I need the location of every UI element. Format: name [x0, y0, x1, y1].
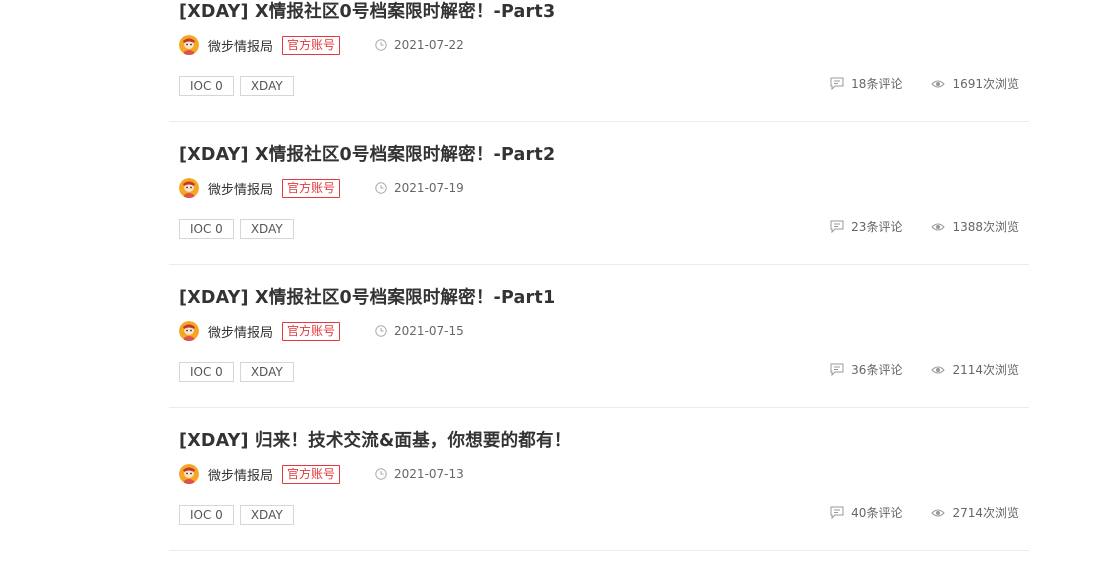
- view-count: 2714次浏览: [931, 504, 1019, 521]
- tag-xday[interactable]: XDAY: [239, 76, 294, 96]
- clock-icon: [375, 39, 387, 51]
- comment-icon: [830, 77, 844, 90]
- official-badge: 官方账号: [282, 464, 341, 484]
- tag-list: IOC 0 XDAY: [179, 219, 300, 239]
- author-name[interactable]: 微步情报局: [208, 322, 273, 341]
- author-avatar-icon[interactable]: [179, 35, 199, 55]
- view-count-label: 2114次浏览: [952, 363, 1019, 377]
- comment-count-label: 18条评论: [851, 77, 903, 91]
- eye-icon: [931, 223, 946, 230]
- article-item[interactable]: [XDAY] X情报社区0号档案限时解密！-Part2 微步情报局 官方账号 2…: [169, 122, 1029, 265]
- tag-xday[interactable]: XDAY: [239, 219, 294, 239]
- clock-icon: [375, 182, 387, 194]
- comment-count[interactable]: 18条评论: [830, 75, 902, 92]
- post-date: 2021-07-19: [394, 181, 464, 195]
- comment-icon: [830, 220, 844, 233]
- view-count: 1691次浏览: [931, 75, 1019, 92]
- eye-icon: [931, 80, 946, 87]
- author-name[interactable]: 微步情报局: [208, 465, 273, 484]
- article-item[interactable]: [XDAY] X情报社区0号档案限时解密！-Part3 微步情报局 官方账号 2…: [169, 0, 1029, 122]
- article-item[interactable]: [XDAY] X情报社区0号档案限时解密！-Part1 微步情报局 官方账号 2…: [169, 265, 1029, 408]
- article-stats: 40条评论 2714次浏览: [830, 504, 1019, 521]
- author-name[interactable]: 微步情报局: [208, 179, 273, 198]
- eye-icon: [931, 366, 946, 373]
- eye-icon: [931, 509, 946, 516]
- author-avatar-icon[interactable]: [179, 464, 199, 484]
- article-meta: 微步情报局 官方账号 2021-07-19: [179, 178, 464, 198]
- article-title[interactable]: [XDAY] 归来！技术交流&面基，你想要的都有！: [179, 427, 571, 452]
- author-avatar-icon[interactable]: [179, 321, 199, 341]
- tag-ioc[interactable]: IOC 0: [179, 219, 234, 239]
- tag-xday[interactable]: XDAY: [239, 362, 294, 382]
- tag-list: IOC 0 XDAY: [179, 505, 300, 525]
- official-badge: 官方账号: [282, 321, 341, 341]
- article-item[interactable]: [XDAY] 归来！技术交流&面基，你想要的都有！ 微步情报局 官方账号 202…: [169, 408, 1029, 551]
- view-count: 1388次浏览: [931, 218, 1019, 235]
- comment-count[interactable]: 36条评论: [830, 361, 902, 378]
- article-title[interactable]: [XDAY] X情报社区0号档案限时解密！-Part3: [179, 0, 555, 23]
- author-avatar-icon[interactable]: [179, 178, 199, 198]
- comment-count-label: 36条评论: [851, 363, 903, 377]
- article-stats: 36条评论 2114次浏览: [830, 361, 1019, 378]
- comment-count-label: 40条评论: [851, 506, 903, 520]
- article-list: [XDAY] X情报社区0号档案限时解密！-Part3 微步情报局 官方账号 2…: [169, 0, 1029, 551]
- official-badge: 官方账号: [282, 35, 341, 55]
- tag-ioc[interactable]: IOC 0: [179, 505, 234, 525]
- view-count-label: 1691次浏览: [952, 77, 1019, 91]
- clock-icon: [375, 468, 387, 480]
- tag-list: IOC 0 XDAY: [179, 76, 300, 96]
- comment-count-label: 23条评论: [851, 220, 903, 234]
- article-meta: 微步情报局 官方账号 2021-07-22: [179, 35, 464, 55]
- comment-icon: [830, 506, 844, 519]
- tag-list: IOC 0 XDAY: [179, 362, 300, 382]
- post-date: 2021-07-13: [394, 467, 464, 481]
- tag-ioc[interactable]: IOC 0: [179, 76, 234, 96]
- view-count-label: 2714次浏览: [952, 506, 1019, 520]
- article-meta: 微步情报局 官方账号 2021-07-13: [179, 464, 464, 484]
- comment-count[interactable]: 23条评论: [830, 218, 902, 235]
- comment-count[interactable]: 40条评论: [830, 504, 902, 521]
- post-date: 2021-07-15: [394, 324, 464, 338]
- article-stats: 23条评论 1388次浏览: [830, 218, 1019, 235]
- comment-icon: [830, 363, 844, 376]
- post-date: 2021-07-22: [394, 38, 464, 52]
- view-count: 2114次浏览: [931, 361, 1019, 378]
- author-name[interactable]: 微步情报局: [208, 36, 273, 55]
- official-badge: 官方账号: [282, 178, 341, 198]
- clock-icon: [375, 325, 387, 337]
- tag-xday[interactable]: XDAY: [239, 505, 294, 525]
- article-title[interactable]: [XDAY] X情报社区0号档案限时解密！-Part1: [179, 284, 555, 309]
- article-meta: 微步情报局 官方账号 2021-07-15: [179, 321, 464, 341]
- view-count-label: 1388次浏览: [952, 220, 1019, 234]
- tag-ioc[interactable]: IOC 0: [179, 362, 234, 382]
- article-stats: 18条评论 1691次浏览: [830, 75, 1019, 92]
- article-title[interactable]: [XDAY] X情报社区0号档案限时解密！-Part2: [179, 141, 555, 166]
